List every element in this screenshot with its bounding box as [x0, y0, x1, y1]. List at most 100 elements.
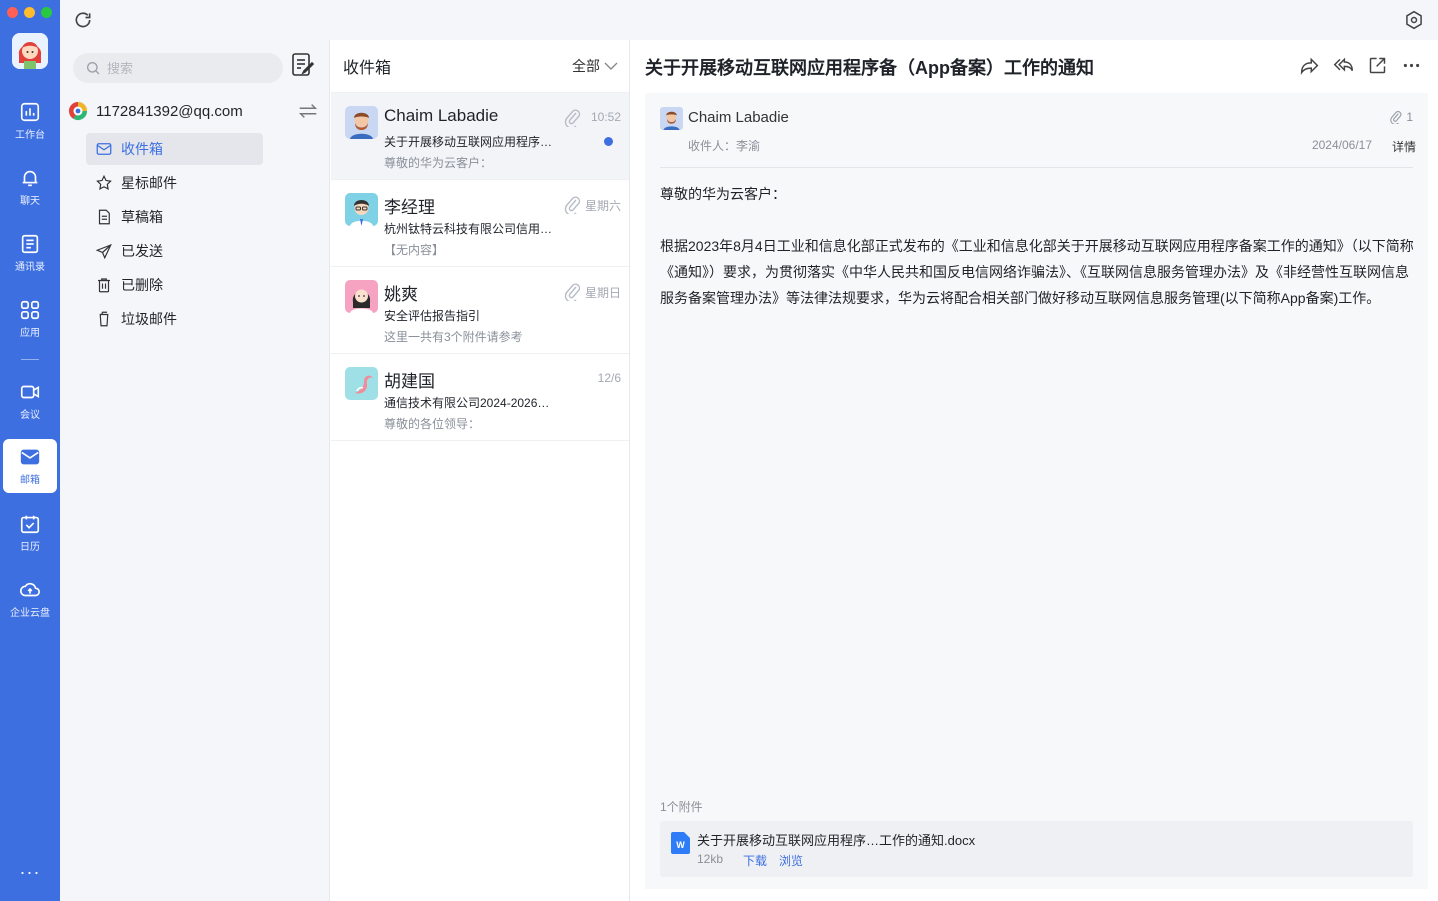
attachment-count-number: 1	[1406, 109, 1413, 124]
message-time: 星期日	[584, 286, 621, 300]
unread-dot	[604, 137, 613, 146]
attachment-clip-icon	[564, 109, 581, 127]
message-preview: 这里一共有3个附件请参考	[384, 330, 523, 344]
email-body: 尊敬的华为云客户： 根据2023年8月4日工业和信息化部正式发布的《工业和信息化…	[660, 181, 1414, 311]
email-card: Chaim Labadie 1 收件人：李渝 2024/06/17 详情 尊敬的…	[645, 93, 1428, 889]
rail-label-contacts: 通讯录	[15, 262, 45, 273]
sender-avatar	[660, 107, 683, 130]
switch-account-icon[interactable]	[297, 101, 319, 121]
attachment-card[interactable]: W 关于开展移动互联网应用程序…工作的通知.docx 12kb 下载 浏览	[660, 821, 1413, 877]
star-icon	[96, 174, 112, 191]
attachment-size: 12kb	[697, 852, 724, 866]
folder-label: 草稿箱	[121, 209, 163, 225]
rail-item-cloud-drive[interactable]: 企业云盘	[3, 572, 57, 626]
word-doc-icon: W	[671, 832, 690, 854]
message-item[interactable]: 李经理 星期六 杭州钛特云科技有限公司信用… 【无内容】	[331, 180, 629, 267]
attachment-count-badge[interactable]: 1	[1389, 109, 1413, 124]
message-item[interactable]: 姚爽 星期日 安全评估报告指引 这里一共有3个附件请参考	[331, 267, 629, 354]
forward-icon[interactable]	[1299, 55, 1320, 76]
message-list-panel: 收件箱 全部 Chaim Labadie 10:52 关于开展移动互联网应用程序…	[331, 40, 630, 901]
account-row[interactable]: 1172841392@qq.com	[68, 98, 323, 124]
junk-icon	[99, 311, 109, 327]
sender-avatar	[345, 106, 378, 139]
folder-inbox[interactable]: 收件箱	[86, 133, 263, 165]
search-input[interactable]	[107, 60, 267, 76]
rail-item-calendar[interactable]: 日历	[3, 506, 57, 560]
email-actions	[1299, 55, 1422, 76]
message-preview: 尊敬的华为云客户：	[384, 156, 493, 170]
email-sender-name[interactable]: Chaim Labadie	[688, 109, 789, 126]
message-list-header: 收件箱 全部	[331, 40, 629, 93]
refresh-icon[interactable]	[73, 10, 93, 30]
email-greeting: 尊敬的华为云客户：	[660, 186, 786, 202]
top-toolbar	[60, 0, 1438, 40]
draft-icon	[98, 209, 110, 225]
rail-divider	[21, 359, 39, 360]
header-divider	[660, 167, 1413, 168]
compose-icon[interactable]	[291, 52, 315, 78]
folder-drafts[interactable]: 草稿箱	[86, 201, 263, 233]
calendar-icon	[20, 515, 40, 534]
rail-item-mail[interactable]: 邮箱	[3, 439, 57, 493]
user-avatar[interactable]	[12, 33, 48, 69]
reply-all-icon[interactable]	[1333, 55, 1354, 76]
sender-avatar	[345, 193, 378, 226]
trash-icon	[98, 278, 110, 293]
more-options-button[interactable]: ···	[0, 862, 60, 883]
filter-dropdown[interactable]: 全部	[572, 56, 618, 76]
folder-sent[interactable]: 已发送	[86, 235, 263, 267]
sender-avatar	[345, 367, 378, 400]
attachment-clip-icon	[564, 283, 581, 301]
qq-mail-logo-icon	[68, 101, 88, 121]
rail-item-meeting[interactable]: 会议	[3, 374, 57, 428]
dashboard-icon	[20, 102, 40, 122]
preview-link[interactable]: 浏览	[779, 852, 803, 869]
contacts-icon	[21, 234, 39, 254]
message-sender: 李经理	[384, 198, 435, 217]
rail-item-dashboard[interactable]: 工作台	[3, 94, 57, 148]
zoom-window-button[interactable]	[41, 7, 52, 18]
download-link[interactable]: 下载	[743, 852, 767, 869]
search-box[interactable]	[73, 53, 283, 83]
email-details-link[interactable]: 详情	[1392, 138, 1416, 155]
attachment-filename: 关于开展移动互联网应用程序…工作的通知.docx	[697, 833, 976, 848]
folder-deleted[interactable]: 已删除	[86, 269, 263, 301]
bell-icon	[22, 170, 38, 187]
account-email: 1172841392@qq.com	[96, 102, 243, 120]
message-sender: Chaim Labadie	[384, 106, 499, 125]
folder-junk[interactable]: 垃圾邮件	[86, 303, 263, 335]
attachment-clip-icon	[1390, 111, 1402, 124]
minimize-window-button[interactable]	[24, 7, 35, 18]
message-preview: 尊敬的各位领导：	[384, 417, 481, 431]
message-item[interactable]: Chaim Labadie 10:52 关于开展移动互联网应用程序… 尊敬的华为…	[331, 93, 629, 180]
cloud-icon	[20, 582, 40, 597]
rail-label-meeting: 会议	[20, 410, 40, 421]
folder-label: 已删除	[121, 277, 163, 293]
email-recipient: 收件人：李渝	[688, 139, 761, 153]
rail-label-mail: 邮箱	[20, 475, 40, 486]
message-item[interactable]: 胡建国 12/6 通信技术有限公司2024-2026年… 尊敬的各位领导：	[331, 354, 629, 441]
message-time: 10:52	[590, 110, 621, 124]
folder-label: 星标邮件	[121, 175, 177, 191]
folder-label: 收件箱	[121, 141, 163, 157]
email-date: 2024/06/17	[1311, 138, 1372, 152]
rail-item-chat[interactable]: 聊天	[3, 160, 57, 214]
rail-label-dashboard: 工作台	[15, 130, 45, 141]
message-subject: 安全评估报告指引	[384, 309, 481, 323]
folder-starred[interactable]: 星标邮件	[86, 167, 263, 199]
rail-item-contacts[interactable]: 通讯录	[3, 226, 57, 280]
rail-label-apps: 应用	[20, 328, 40, 339]
settings-icon[interactable]	[1404, 10, 1424, 30]
rail-item-apps[interactable]: 应用	[3, 292, 57, 346]
message-subject: 杭州钛特云科技有限公司信用…	[384, 222, 553, 236]
folder-label: 垃圾邮件	[121, 311, 177, 327]
share-out-icon[interactable]	[1367, 55, 1388, 76]
close-window-button[interactable]	[7, 7, 18, 18]
rail-label-calendar: 日历	[20, 542, 40, 553]
more-actions-icon[interactable]	[1401, 55, 1422, 76]
search-icon	[87, 61, 100, 75]
reading-pane: 关于开展移动互联网应用程序备（App备案）工作的通知 Chaim Labadie…	[631, 40, 1438, 901]
apps-grid-icon	[20, 300, 40, 320]
video-camera-icon	[20, 385, 40, 399]
chevron-down-icon	[604, 62, 618, 70]
